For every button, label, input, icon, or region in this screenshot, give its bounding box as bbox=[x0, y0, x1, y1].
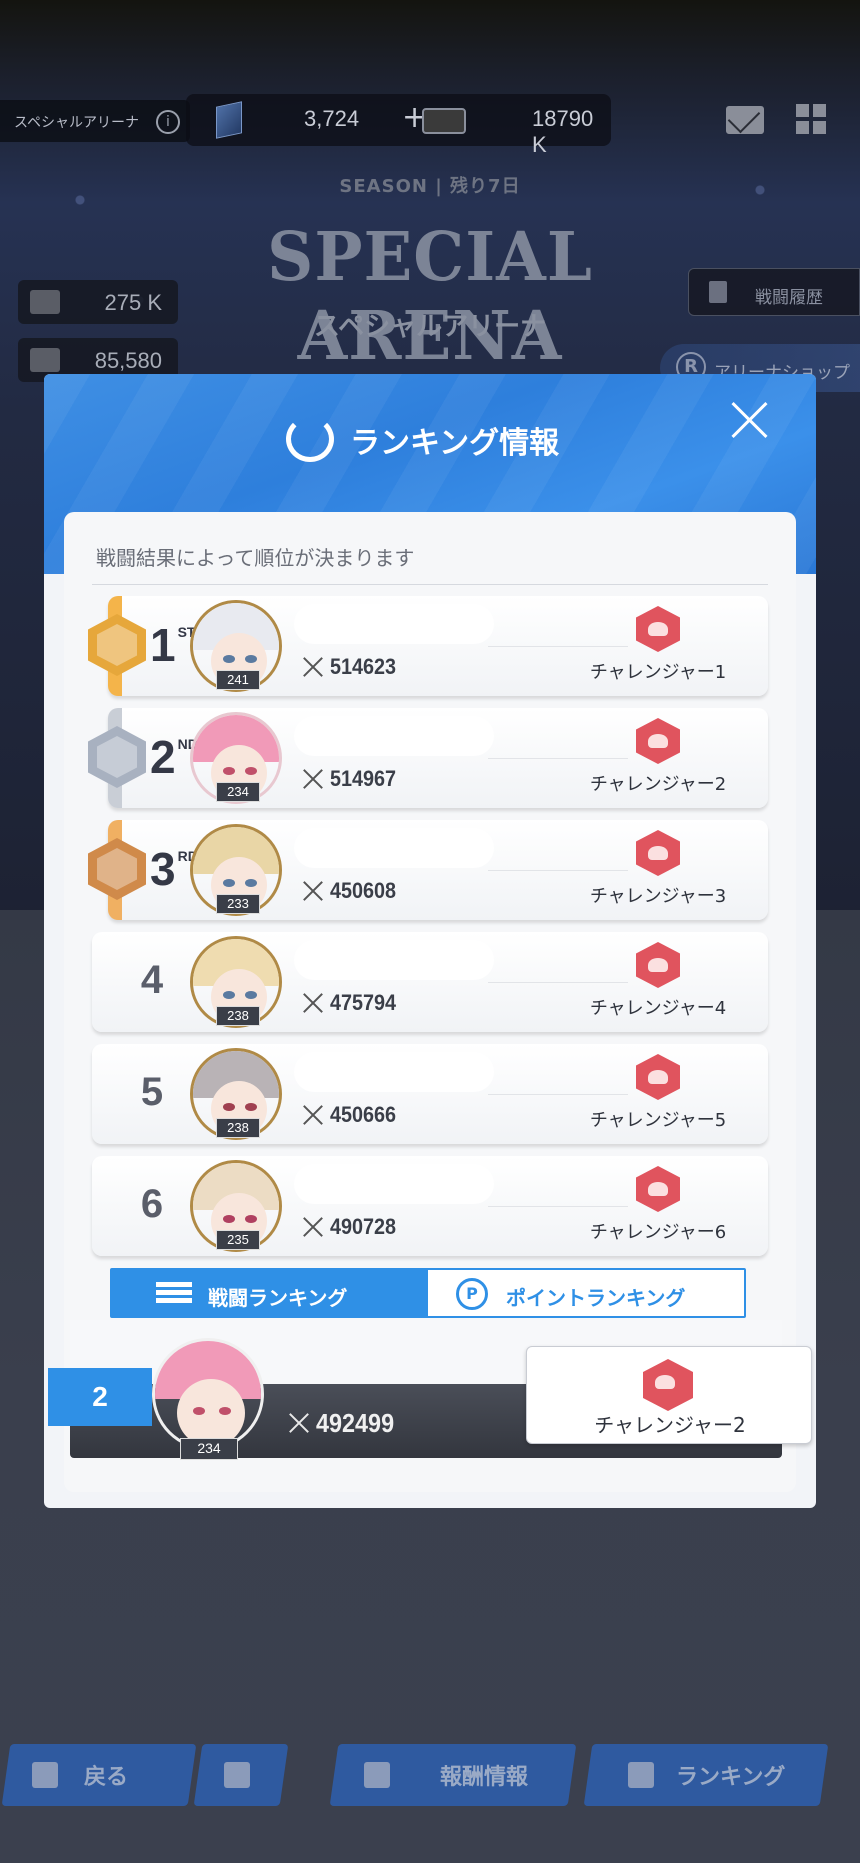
rank-number: 1 ST bbox=[150, 619, 196, 671]
my-level: 234 bbox=[180, 1438, 238, 1460]
ticket-icon bbox=[30, 290, 60, 314]
player-level: 233 bbox=[216, 894, 260, 914]
ranking-button[interactable]: ランキング bbox=[583, 1744, 829, 1806]
combat-power: 475794 bbox=[330, 990, 397, 1015]
modal-title: ランキング情報 bbox=[350, 426, 560, 461]
row-divider bbox=[488, 646, 628, 647]
side-resource-1: 275 K bbox=[18, 280, 178, 324]
player-name bbox=[294, 604, 494, 644]
ranking-list[interactable]: 1 ST 241 514623 チャレンジャー1 2 ND 234 514967… bbox=[78, 596, 778, 1264]
my-tier-label: チャレンジャー2 bbox=[594, 1413, 746, 1437]
back-icon bbox=[32, 1762, 58, 1788]
ranking-row[interactable]: 3 RD 233 450608 チャレンジャー3 bbox=[78, 820, 778, 926]
player-name bbox=[294, 1164, 494, 1204]
crossed-swords-icon bbox=[302, 768, 324, 790]
ranking-row[interactable]: 5 238 450666 チャレンジャー5 bbox=[78, 1044, 778, 1150]
tier-label: チャレンジャー6 bbox=[589, 1222, 727, 1243]
tier-label: チャレンジャー2 bbox=[589, 774, 727, 795]
row-divider bbox=[488, 1206, 628, 1207]
arena-title: SPECIAL ARENA bbox=[267, 218, 593, 376]
menu-grid-icon[interactable] bbox=[796, 104, 826, 134]
row-divider bbox=[488, 758, 628, 759]
laurel-icon bbox=[286, 416, 334, 462]
medal-icon bbox=[628, 1762, 654, 1788]
point-icon: P bbox=[456, 1278, 488, 1310]
tab-battle-ranking[interactable]: 戦闘ランキング bbox=[112, 1270, 428, 1316]
info-icon[interactable]: i bbox=[156, 110, 180, 134]
resource-icon bbox=[30, 348, 60, 372]
home-button[interactable] bbox=[193, 1744, 289, 1806]
combat-power: 490728 bbox=[330, 1214, 397, 1239]
player-level: 241 bbox=[216, 670, 260, 690]
back-button[interactable]: 戻る bbox=[1, 1744, 197, 1806]
my-rank-bar: 2 234 492499 チャレンジャー2 bbox=[48, 1320, 812, 1470]
ticket-value: 18790 K bbox=[532, 106, 594, 157]
battle-history-button[interactable]: 戦闘履歴 bbox=[688, 268, 860, 316]
crossed-swords-icon bbox=[302, 1104, 324, 1126]
reward-info-button[interactable]: 報酬情報 bbox=[329, 1744, 577, 1806]
bullets-icon bbox=[156, 1282, 192, 1304]
player-level: 234 bbox=[216, 782, 260, 802]
crossed-swords-icon bbox=[288, 1412, 310, 1434]
tab-point-ranking[interactable]: P ポイントランキング bbox=[428, 1270, 744, 1316]
combat-power: 450608 bbox=[330, 878, 397, 903]
crossed-swords-icon bbox=[302, 880, 324, 902]
ranking-tabs: 戦闘ランキング P ポイントランキング bbox=[110, 1268, 746, 1318]
ranking-panel: 戦闘結果によって順位が決まります 1 ST 241 514623 チャレンジャー1 bbox=[48, 512, 812, 1492]
top-bar: スペシャルアリーナ i 3,724 + 18790 K bbox=[0, 92, 860, 157]
rank-number: 4 bbox=[140, 958, 164, 1002]
rank-number: 6 bbox=[140, 1182, 164, 1226]
player-level: 238 bbox=[216, 1006, 260, 1026]
crystal-value: 3,724 bbox=[304, 106, 360, 131]
resource-bar: 3,724 + 18790 K bbox=[186, 94, 611, 157]
rank-number: 5 bbox=[140, 1070, 164, 1114]
arena-subtitle: スペシャルアリーナ bbox=[313, 312, 547, 342]
my-rank-number: 2 bbox=[48, 1368, 152, 1426]
mail-icon[interactable] bbox=[726, 106, 764, 134]
chest-icon bbox=[364, 1762, 390, 1788]
season-label: SEASON | 残り7日 bbox=[339, 176, 521, 197]
crossed-swords-icon bbox=[302, 656, 324, 678]
tier-label: チャレンジャー4 bbox=[589, 998, 727, 1019]
tier-label: チャレンジャー3 bbox=[589, 886, 727, 907]
close-icon[interactable] bbox=[728, 398, 772, 442]
crossed-swords-icon bbox=[302, 992, 324, 1014]
ranking-row[interactable]: 1 ST 241 514623 チャレンジャー1 bbox=[78, 596, 778, 702]
my-combat-power: 492499 bbox=[316, 1408, 395, 1438]
ranking-description: 戦闘結果によって順位が決まります bbox=[96, 546, 415, 570]
crystal-icon bbox=[216, 101, 242, 139]
ranking-row[interactable]: 6 235 490728 チャレンジャー6 bbox=[78, 1156, 778, 1262]
challenger-tier-icon bbox=[643, 1359, 693, 1411]
tier-label: チャレンジャー1 bbox=[589, 662, 727, 683]
divider bbox=[92, 584, 768, 585]
player-name bbox=[294, 1052, 494, 1092]
my-avatar[interactable] bbox=[152, 1338, 264, 1450]
my-tier-box: チャレンジャー2 bbox=[526, 1346, 812, 1444]
combat-power: 450666 bbox=[330, 1102, 397, 1127]
row-divider bbox=[488, 982, 628, 983]
ranking-row[interactable]: 4 238 475794 チャレンジャー4 bbox=[78, 932, 778, 1038]
player-level: 238 bbox=[216, 1118, 260, 1138]
ticket-icon bbox=[422, 108, 466, 134]
row-divider bbox=[488, 870, 628, 871]
document-icon bbox=[709, 281, 727, 303]
player-name bbox=[294, 716, 494, 756]
crossed-swords-icon bbox=[302, 1216, 324, 1238]
ranking-row[interactable]: 2 ND 234 514967 チャレンジャー2 bbox=[78, 708, 778, 814]
combat-power: 514967 bbox=[330, 766, 397, 791]
row-divider bbox=[488, 1094, 628, 1095]
home-icon bbox=[224, 1762, 250, 1788]
player-name bbox=[294, 828, 494, 868]
tier-label: チャレンジャー5 bbox=[589, 1110, 727, 1131]
ranking-modal: ランキング情報 戦闘結果によって順位が決まります 1 ST 241 514623 … bbox=[44, 374, 816, 1508]
player-name bbox=[294, 940, 494, 980]
combat-power: 514623 bbox=[330, 654, 397, 679]
player-level: 235 bbox=[216, 1230, 260, 1250]
